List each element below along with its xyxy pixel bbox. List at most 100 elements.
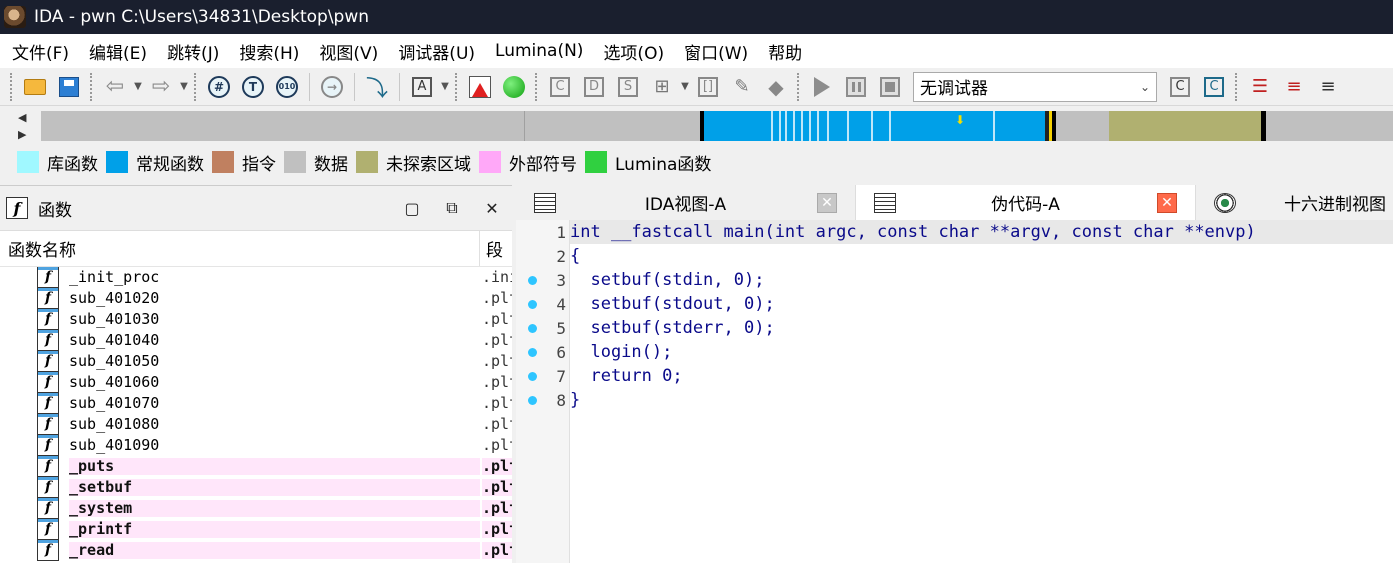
function-row[interactable]: f sub_401060 .plt xyxy=(0,372,512,393)
save-button[interactable] xyxy=(55,73,83,101)
nav-left-icon[interactable]: ◀ xyxy=(18,111,30,124)
bracket-button[interactable]: [] xyxy=(694,73,722,101)
menu-file[interactable]: 文件(F) xyxy=(4,39,81,64)
code-line[interactable]: } xyxy=(570,388,1393,412)
legend-swatch xyxy=(212,151,234,173)
function-row[interactable]: f _read.plt xyxy=(0,540,512,561)
legend-swatch xyxy=(284,151,306,173)
toolbar-grip[interactable] xyxy=(535,72,539,101)
menu-options[interactable]: 选项(O) xyxy=(595,39,676,64)
start-debug-button[interactable] xyxy=(808,73,836,101)
breakpoint-dot-icon[interactable] xyxy=(528,324,537,333)
undefine-button[interactable]: ◆ xyxy=(762,73,790,101)
string-button[interactable]: A xyxy=(408,73,436,101)
add-breakpoint-button[interactable]: ≡ xyxy=(1280,73,1308,101)
function-row[interactable]: f _setbuf.plt xyxy=(0,477,512,498)
function-row[interactable]: f _init_proc .init xyxy=(0,267,512,288)
menu-search[interactable]: 搜索(H) xyxy=(231,39,311,64)
nav-arrows[interactable]: ◀ ▶ xyxy=(18,111,30,141)
debugger-select[interactable]: 无调试器 ⌄ xyxy=(913,71,1157,102)
array-dropdown[interactable]: ▼ xyxy=(679,73,691,101)
pause-debug-button[interactable] xyxy=(842,73,870,101)
breakpoint-dot-icon[interactable] xyxy=(528,276,537,285)
breakpoint-dot-icon[interactable] xyxy=(528,396,537,405)
tab-close-button[interactable]: ✕ xyxy=(1157,193,1177,213)
function-row[interactable]: f sub_401030 .plt xyxy=(0,309,512,330)
stop-debug-button[interactable] xyxy=(876,73,904,101)
pseudocode-area[interactable]: 1 2 3 4 5 6 7 8 int __fastcall main(int argc, c… xyxy=(516,220,1393,563)
function-row[interactable]: f _system.plt xyxy=(0,498,512,519)
code-line[interactable]: { xyxy=(570,244,1393,268)
breakpoint-dot-icon[interactable] xyxy=(528,372,537,381)
breakpoint-dot-icon[interactable] xyxy=(528,348,537,357)
menu-lumina[interactable]: Lumina(N) xyxy=(487,41,595,61)
menu-debugger[interactable]: 调试器(U) xyxy=(390,39,487,64)
close-button[interactable]: ✕ xyxy=(472,199,512,218)
function-row[interactable]: f _printf.plt xyxy=(0,519,512,540)
string-dropdown[interactable]: ▼ xyxy=(439,73,451,101)
legend-label: 外部符号 xyxy=(509,154,577,175)
pseudocode-text[interactable]: int __fastcall main(int argc, const char… xyxy=(570,220,1393,412)
navigation-band: ◀ ▶ ⬇ xyxy=(0,107,1393,145)
refresh-pseudocode-button[interactable]: C xyxy=(1200,73,1228,101)
column-function-name[interactable]: 函数名称 xyxy=(0,231,480,266)
nav-right-icon[interactable]: ▶ xyxy=(18,128,30,141)
function-row[interactable]: f sub_401090 .plt xyxy=(0,435,512,456)
toolbar-grip[interactable] xyxy=(194,72,198,101)
navigation-bar[interactable]: ⬇ xyxy=(41,111,1393,141)
code-line[interactable]: return 0; xyxy=(570,364,1393,388)
tab-ida-view[interactable]: IDA视图-A ✕ xyxy=(516,185,856,220)
toolbar-grip[interactable] xyxy=(455,72,459,101)
back-button[interactable]: ⇦ xyxy=(101,73,129,101)
data-button[interactable]: D xyxy=(580,73,608,101)
function-row[interactable]: f sub_401020 .plt xyxy=(0,288,512,309)
functions-column-header: 函数名称 段 xyxy=(0,231,512,267)
forward-button[interactable]: ⇨ xyxy=(147,73,175,101)
code-line[interactable]: setbuf(stdout, 0); xyxy=(570,292,1393,316)
toolbar-grip[interactable] xyxy=(90,72,94,101)
code-line[interactable]: int __fastcall main(int argc, const char… xyxy=(570,220,1393,244)
menu-jump[interactable]: 跳转(J) xyxy=(159,39,231,64)
hash-button[interactable]: # xyxy=(205,73,233,101)
function-row[interactable]: f sub_401050 .plt xyxy=(0,351,512,372)
struct-button[interactable]: S xyxy=(614,73,642,101)
breakpoint-button[interactable] xyxy=(466,73,494,101)
menu-edit[interactable]: 编辑(E) xyxy=(81,39,159,64)
forward-dropdown[interactable]: ▼ xyxy=(178,73,190,101)
column-segment[interactable]: 段 xyxy=(480,236,503,261)
tab-pseudocode[interactable]: 伪代码-A ✕ xyxy=(856,185,1196,220)
function-row[interactable]: f sub_401080 .plt xyxy=(0,414,512,435)
step-into-button[interactable]: ⤵ xyxy=(363,73,391,102)
back-dropdown[interactable]: ▼ xyxy=(132,73,144,101)
text-button[interactable]: T xyxy=(239,73,267,101)
code-line[interactable]: setbuf(stderr, 0); xyxy=(570,316,1393,340)
menu-help[interactable]: 帮助 xyxy=(760,39,814,64)
function-row[interactable]: f sub_401040 .plt xyxy=(0,330,512,351)
menu-view[interactable]: 视图(V) xyxy=(311,39,390,64)
toolbar-grip[interactable] xyxy=(797,72,801,101)
function-row[interactable]: f sub_401070 .plt xyxy=(0,393,512,414)
nav-divider xyxy=(817,111,819,141)
menu-windows[interactable]: 窗口(W) xyxy=(676,39,760,64)
edit-button[interactable]: ✎ xyxy=(728,73,756,101)
binary-button[interactable]: 010 xyxy=(273,73,301,101)
toolbar-grip[interactable] xyxy=(10,72,14,101)
open-button[interactable] xyxy=(21,73,49,101)
array-button[interactable]: ⊞ xyxy=(648,73,676,101)
pseudocode-button[interactable]: C xyxy=(1166,73,1194,101)
maximize-button[interactable]: ▢ xyxy=(392,199,432,218)
code-button[interactable]: C xyxy=(546,73,574,101)
float-button[interactable]: ⧉ xyxy=(432,198,472,218)
list-button[interactable]: ☰ xyxy=(1246,73,1274,101)
toolbar-grip[interactable] xyxy=(1235,72,1239,101)
function-row[interactable]: f _puts.plt xyxy=(0,456,512,477)
function-icon: f xyxy=(37,519,59,540)
tab-hex-view[interactable]: 十六进制视图 xyxy=(1196,185,1393,220)
tab-close-button[interactable]: ✕ xyxy=(817,193,837,213)
code-line[interactable]: login(); xyxy=(570,340,1393,364)
jump-button[interactable]: → xyxy=(318,73,346,101)
more-button[interactable]: ≡ xyxy=(1314,73,1342,101)
lumina-button[interactable] xyxy=(500,73,528,101)
code-line[interactable]: setbuf(stdin, 0); xyxy=(570,268,1393,292)
breakpoint-dot-icon[interactable] xyxy=(528,300,537,309)
